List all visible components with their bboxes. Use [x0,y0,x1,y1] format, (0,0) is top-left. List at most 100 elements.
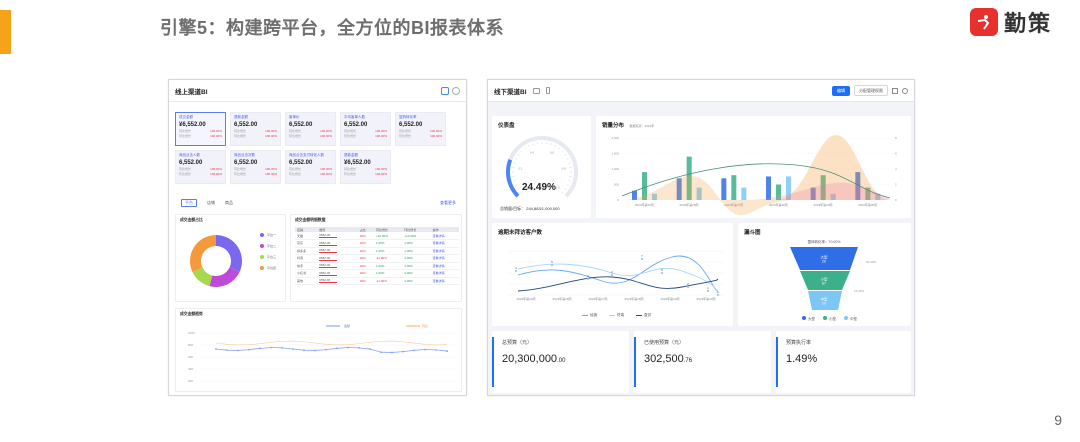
table-cell: 1.00% [402,254,431,263]
share-button[interactable]: 分配管理权限 [854,85,888,96]
sales-bar [741,187,747,200]
table-header-row: 店铺 数值 占比 同比增长 环比增长 操作 [295,227,459,232]
kpi-value: ¥6,552.00 [179,122,206,128]
kpi-card[interactable]: 商品点击次数 6,552.00 同比增长 100.00% 环比增长 100.00% [230,150,281,184]
table-cell: 快手 [295,262,318,270]
view-detail-link[interactable]: 查看详情 [430,254,459,263]
tab-1[interactable]: 平台 [181,199,197,207]
kpi-compare-row: 同比增长 100.00% [179,129,222,133]
table-cell: 京东 [295,239,318,248]
kpi-card[interactable]: 退款金额 6,552.00 同比增长 100.00% 环比增长 100.00% [230,112,281,146]
more-link[interactable]: 查看更多 [440,200,456,206]
visit-point-label: 3 [587,274,589,278]
gauge-tick [568,180,571,182]
view-detail-link[interactable]: 查看详情 [430,277,459,285]
visit-point-label: 7 [641,254,643,258]
view-detail-link[interactable]: 查看详情 [430,269,459,278]
kpi-compare-label: 环比增长 [399,134,412,138]
kpi-card-budget: 总预算（元） 20,300,000.00 [492,331,629,393]
trend-ytick: 1000 [188,331,195,335]
kpi-compare-label: 环比增长 [179,172,192,176]
sales-y2tick: 6 [895,152,897,156]
table-cell: 天猫 [295,232,318,240]
expand-icon[interactable] [892,87,898,94]
kpi-card[interactable]: 商品点击支付转化人数 6,552.00 同比增长 100.00% 环比增长 100.00% [285,150,336,184]
kpi-value-dec: .00 [557,358,566,364]
table-row: 拼多多 6552.00 20% 1.00% 1.00% 查看详情 [295,247,459,255]
tab-3[interactable]: 商品 [225,200,233,206]
kpi-compare-value: 100.00% [265,167,277,171]
kpi-value: 6,552.00 [179,160,203,166]
kpi-compare-row: 环比增长 100.00% [344,172,387,176]
table-cell: 抖音 [295,254,318,263]
gauge-tick [561,191,564,194]
gauge-tick [532,143,534,146]
table-cell: 1.00% [373,247,403,255]
kpi-compare-row: 同比增长 100.00% [234,167,277,171]
online-bi-title: 线上渠道BI [175,88,208,96]
logo-text: 勤策 [1003,11,1052,36]
kpi-compare-row: 环比增长 100.00% [289,134,332,138]
kpi-card[interactable]: 商品点击人数 6,552.00 同比增长 100.00% 环比增长 100.00% [175,150,226,184]
table-row: 天猫 6552.00 20% +10.00% +10.00% 查看详情 [295,232,459,240]
dimension-tabs: 平台 店铺 商品 [181,199,233,207]
sales-ytick: 1,500 [611,152,619,156]
trend-line-yoy [215,340,448,346]
kpi-label: 总预算（元） [502,340,533,346]
funnel-legend-item: 中型 [844,316,857,322]
visit-point-label: 1 [717,290,719,294]
kpi-card[interactable]: 退款金额 ¥6,552.00 同比增长 100.00% 环比增长 100.00% [340,150,391,184]
kpi-label: 预算执行率 [786,340,812,346]
sales-ytick: 2,000 [611,136,619,140]
table-cell: 1.00% [402,247,431,255]
kpi-card[interactable]: 客单价 6,552.00 同比增长 100.00% 环比增长 100.00% [285,112,336,146]
table-row: 其他 6552.00 20% -11.00% 1.00% 查看详情 [295,277,459,285]
kpi-card[interactable]: 平均客单人数 6,552.00 同比增长 100.00% 环比增长 100.00% [340,112,391,146]
kpi-card[interactable]: 成交金额 ¥6,552.00 同比增长 100.00% 环比增长 100.00% [175,112,226,146]
kpi-label: 复购转化率 [399,115,417,119]
kpi-compare-row: 环比增长 100.00% [179,134,222,138]
table-row: 快手 6552.00 20% 1.00% 1.00% 查看详情 [295,262,459,270]
gauge-tick [558,147,560,150]
visit-xtick: 2023年第28周 [624,296,643,301]
kpi-compare-value: 100.00% [210,134,222,138]
visit-chart: 2023年第26周 2023年第28周 2023年第27周 2023年第28周 2023… [508,250,724,301]
kpi-value: 20,300,000.00 [502,353,565,365]
kpi-value: 6,552.00 [289,160,313,166]
legend-dot [260,255,264,259]
legend-dot [260,233,264,237]
gauge-fill [506,159,520,198]
trend-legend-label: 同比 [422,323,428,328]
view-detail-link[interactable]: 查看详情 [430,232,459,240]
sales-chart: 2,000 8 1,500 6 1,000 4 500 2 0 0 2023年第26周 2023年第2… [611,135,897,216]
view-detail-link[interactable]: 查看详情 [430,262,459,270]
refresh-icon[interactable] [902,87,908,94]
kpi-compare-value: 100.00% [375,172,387,176]
legend-label: 平台二 [267,244,277,248]
view-detail-link[interactable]: 查看详情 [430,239,459,248]
kpi-card[interactable]: 复购转化率 6,552.00 同比增长 100.00% 环比增长 100.00% [395,112,446,146]
visit-point-label: 4 [515,266,517,270]
edit-button[interactable]: 编辑 [832,85,850,96]
kpi-compare-label: 环比增长 [344,172,357,176]
gauge-tick [550,143,552,146]
kpi-value: 1.49% [786,353,817,365]
table-cell: 20% [357,247,374,255]
mobile-icon[interactable] [545,87,550,94]
tab-2[interactable]: 店铺 [207,200,215,206]
sales-xtick: 2023年第26周 [635,202,654,207]
table-cell: 6552.00 [317,247,358,255]
kpi-label: 商品点击次数 [234,153,255,157]
fullscreen-icon[interactable] [441,86,449,95]
view-detail-link[interactable]: 查看详情 [430,247,459,255]
value-bar [319,252,338,254]
value-bar [319,244,338,246]
donut-legend-item: 平台四 [260,266,276,270]
kpi-compare-label: 同比增长 [234,167,247,171]
visit-point [610,273,614,277]
refresh-icon[interactable] [452,86,460,95]
desktop-icon[interactable] [532,87,540,94]
value-bar [319,259,338,261]
donut-legend-item: 平台三 [260,255,276,259]
gauge-tick [568,162,571,164]
